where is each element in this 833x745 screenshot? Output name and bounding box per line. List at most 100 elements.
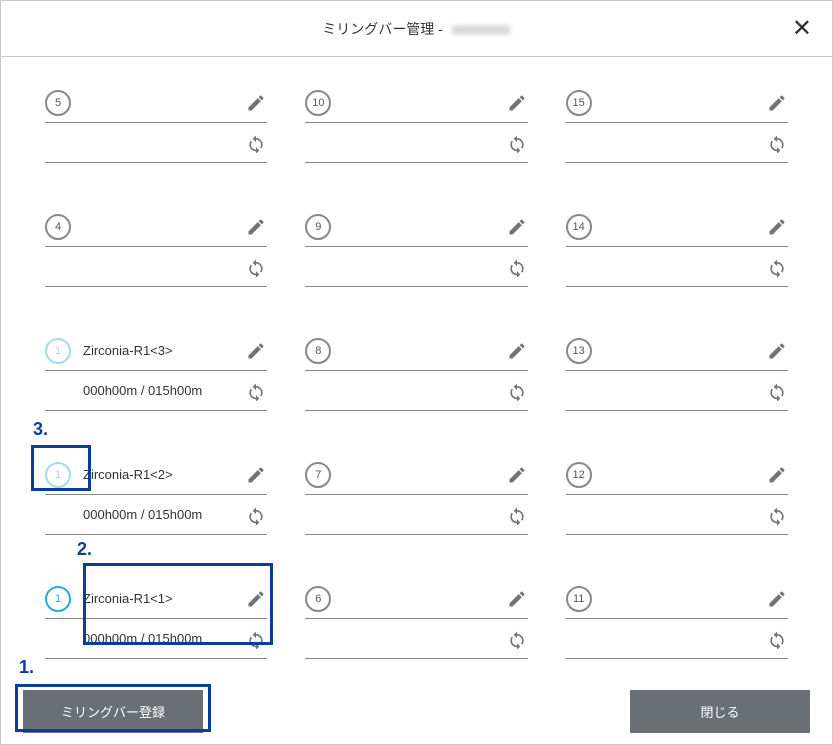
refresh-button[interactable] <box>245 628 267 650</box>
slot-bottom-row <box>305 371 527 411</box>
slot-top-row: 13 <box>566 331 788 371</box>
close-icon[interactable]: ✕ <box>792 17 812 41</box>
edit-button[interactable] <box>245 464 267 486</box>
refresh-icon <box>767 257 787 277</box>
pencil-icon <box>507 465 527 485</box>
refresh-button[interactable] <box>766 628 788 650</box>
refresh-icon <box>767 505 787 525</box>
refresh-icon <box>246 381 266 401</box>
edit-button[interactable] <box>766 588 788 610</box>
refresh-button[interactable] <box>506 380 528 402</box>
slot-bottom-row <box>566 495 788 535</box>
refresh-icon <box>246 629 266 649</box>
slot-top-row: 7 <box>305 455 527 495</box>
refresh-icon <box>246 257 266 277</box>
slot-number-badge: 12 <box>566 462 592 488</box>
refresh-button[interactable] <box>506 256 528 278</box>
refresh-button[interactable] <box>245 256 267 278</box>
slot: 15 <box>566 83 788 163</box>
pencil-icon <box>767 93 787 113</box>
refresh-icon <box>507 133 527 153</box>
pencil-icon <box>507 93 527 113</box>
edit-button[interactable] <box>506 588 528 610</box>
slot-time: 000h00m / 015h00m <box>45 507 245 522</box>
edit-button[interactable] <box>766 216 788 238</box>
title-redacted <box>451 25 511 35</box>
slot-bottom-row <box>305 619 527 659</box>
slot-top-row: 12 <box>566 455 788 495</box>
slot-label: Zirconia-R1<2> <box>83 467 245 482</box>
edit-button[interactable] <box>245 92 267 114</box>
refresh-button[interactable] <box>245 504 267 526</box>
refresh-button[interactable] <box>766 132 788 154</box>
refresh-button[interactable] <box>766 256 788 278</box>
edit-button[interactable] <box>506 340 528 362</box>
dialog-header: ミリングバー管理 - ✕ <box>1 1 832 57</box>
slot-top-row: 4 <box>45 207 267 247</box>
slot-bottom-row <box>305 123 527 163</box>
refresh-button[interactable] <box>506 132 528 154</box>
close-button[interactable]: 閉じる <box>630 690 810 733</box>
slot-top-row: 10 <box>305 83 527 123</box>
refresh-icon <box>246 133 266 153</box>
slot-bottom-row <box>566 247 788 287</box>
edit-button[interactable] <box>766 92 788 114</box>
refresh-button[interactable] <box>506 628 528 650</box>
slot: 12 <box>566 455 788 535</box>
slot-number-badge: 10 <box>305 90 331 116</box>
edit-button[interactable] <box>245 216 267 238</box>
slot-top-row: 5 <box>45 83 267 123</box>
refresh-button[interactable] <box>766 504 788 526</box>
slot-label: Zirconia-R1<3> <box>83 343 245 358</box>
refresh-icon <box>767 381 787 401</box>
slot-number-badge: 7 <box>305 462 331 488</box>
slot-number-badge: 1 <box>45 586 71 612</box>
pencil-icon <box>246 217 266 237</box>
slot: 11 <box>566 579 788 659</box>
slot-number-badge: 13 <box>566 338 592 364</box>
slot: 1Zirconia-R1<2> 000h00m / 015h00m <box>45 455 267 535</box>
slot-top-row: 14 <box>566 207 788 247</box>
slot: 7 <box>305 455 527 535</box>
pencil-icon <box>246 93 266 113</box>
slot-bottom-row <box>45 123 267 163</box>
slot-time: 000h00m / 015h00m <box>45 631 245 646</box>
slot-grid: 5 10 15 4 9 14 1 Zirconia-R1<3> 000h00m / 015h00… <box>1 57 832 659</box>
slot-bottom-row: 000h00m / 015h00m <box>45 619 267 659</box>
slot: 5 <box>45 83 267 163</box>
pencil-icon <box>507 341 527 361</box>
slot-number-badge: 9 <box>305 214 331 240</box>
refresh-button[interactable] <box>245 132 267 154</box>
slot-number-badge: 6 <box>305 586 331 612</box>
pencil-icon <box>246 341 266 361</box>
slot: 1Zirconia-R1<3>000h00m / 015h00m <box>45 331 267 411</box>
slot-number-badge: 11 <box>566 586 592 612</box>
slot-time: 000h00m / 015h00m <box>45 383 245 398</box>
slot-top-row: 9 <box>305 207 527 247</box>
refresh-button[interactable] <box>766 380 788 402</box>
edit-button[interactable] <box>245 340 267 362</box>
slot-bottom-row <box>305 495 527 535</box>
slot-top-row: 6 <box>305 579 527 619</box>
edit-button[interactable] <box>506 216 528 238</box>
edit-button[interactable] <box>506 92 528 114</box>
edit-button[interactable] <box>766 464 788 486</box>
dialog-title: ミリングバー管理 - <box>322 19 510 39</box>
pencil-icon <box>767 217 787 237</box>
slot: 8 <box>305 331 527 411</box>
refresh-icon <box>507 629 527 649</box>
slot: 1Zirconia-R1<1>000h00m / 015h00m <box>45 579 267 659</box>
refresh-icon <box>246 505 266 525</box>
slot-top-row: 11 <box>566 579 788 619</box>
slot-bottom-row <box>305 247 527 287</box>
edit-button[interactable] <box>506 464 528 486</box>
slot-number-badge: 15 <box>566 90 592 116</box>
edit-button[interactable] <box>245 588 267 610</box>
refresh-icon <box>507 257 527 277</box>
refresh-button[interactable] <box>506 504 528 526</box>
refresh-button[interactable] <box>245 380 267 402</box>
slot: 6 <box>305 579 527 659</box>
slot-top-row: 1Zirconia-R1<2> <box>45 455 267 495</box>
edit-button[interactable] <box>766 340 788 362</box>
register-button[interactable]: ミリングバー登録 <box>23 690 203 733</box>
